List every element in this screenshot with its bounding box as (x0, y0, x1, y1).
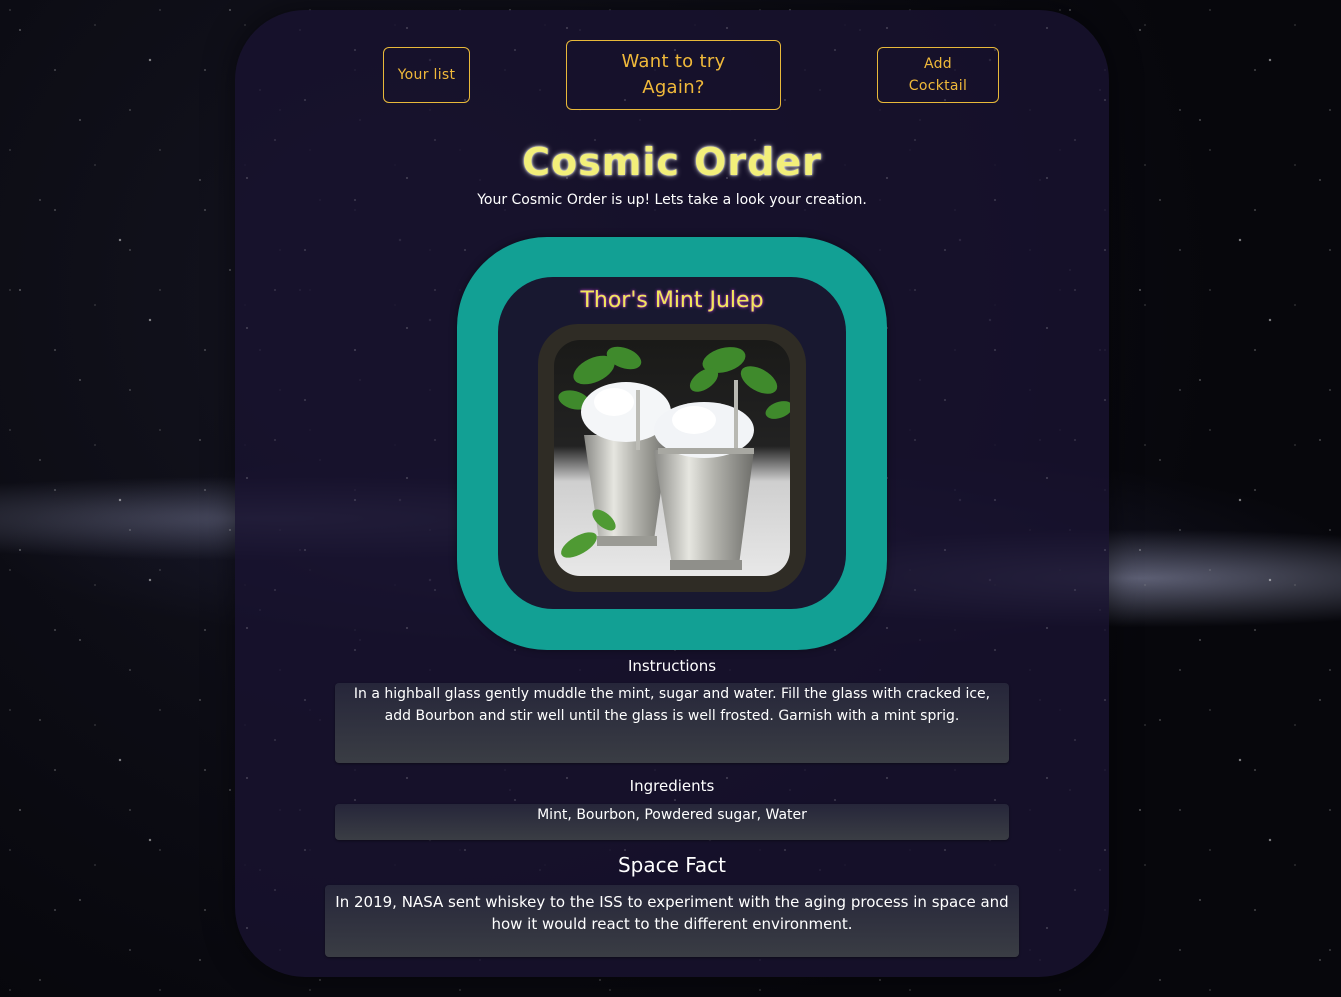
try-again-button[interactable]: Want to try Again? (566, 40, 781, 110)
page-title: Cosmic Order (522, 140, 822, 184)
your-list-button[interactable]: Your list (383, 47, 470, 103)
ingredients-box: Mint, Bourbon, Powdered sugar, Water (335, 804, 1009, 840)
instructions-label: Instructions (627, 657, 717, 675)
cocktail-photo-icon (554, 340, 790, 576)
space-fact-label: Space Fact (617, 853, 727, 877)
instructions-box: In a highball glass gently muddle the mi… (335, 683, 1009, 763)
page-subtitle: Your Cosmic Order is up! Lets take a loo… (477, 192, 867, 208)
add-cocktail-button[interactable]: Add Cocktail (877, 47, 999, 103)
drink-photo (554, 340, 790, 576)
space-fact-box: In 2019, NASA sent whiskey to the ISS to… (325, 885, 1019, 957)
drink-name: Thor's Mint Julep (580, 288, 764, 313)
ingredients-label: Ingredients (629, 777, 715, 795)
